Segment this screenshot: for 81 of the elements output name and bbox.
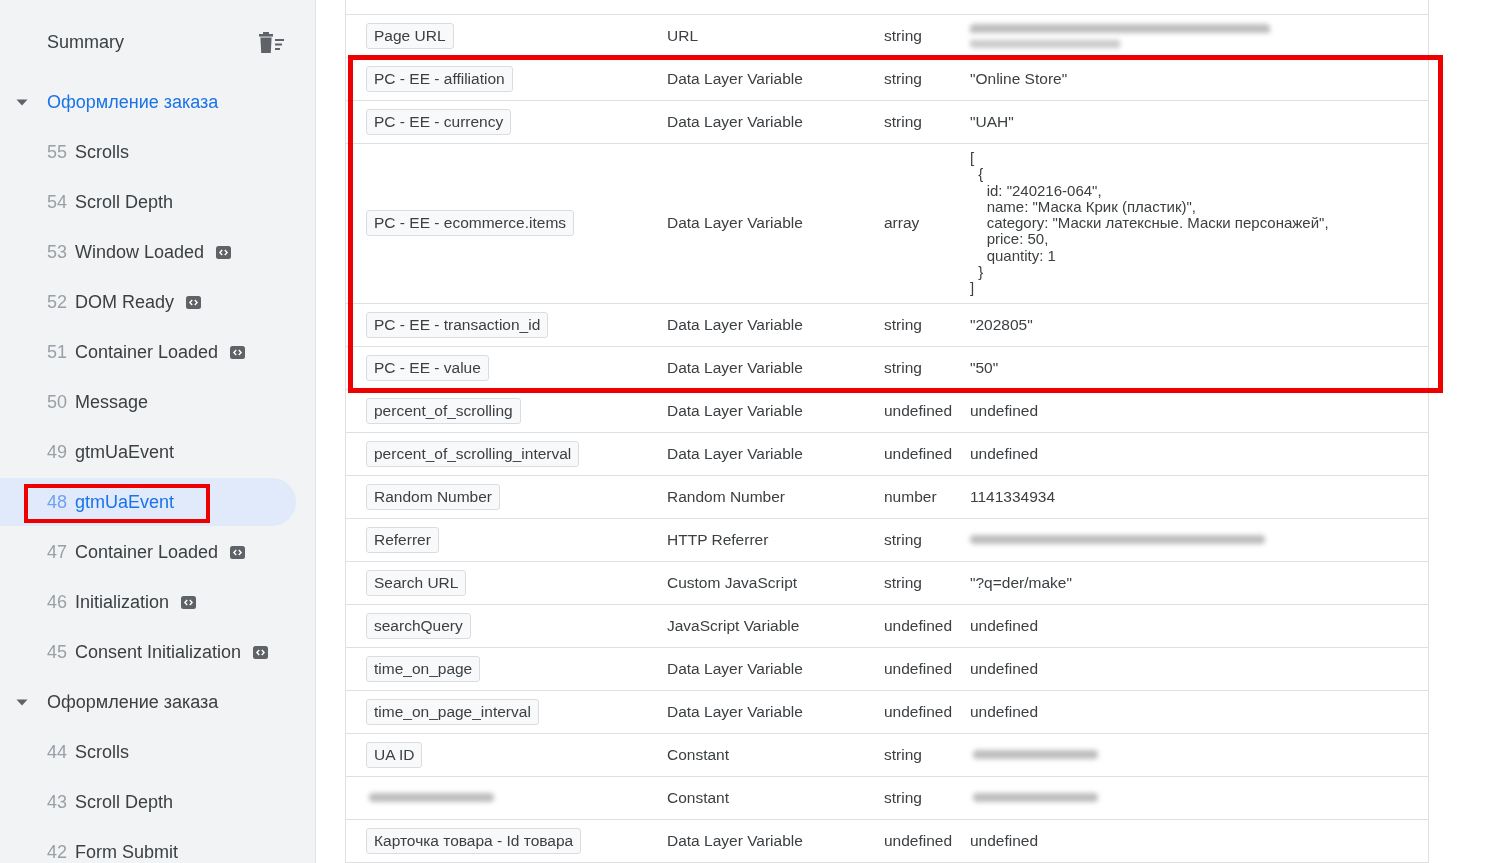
- variable-value: 1141334934: [970, 487, 1056, 506]
- event-item[interactable]: 48 gtmUaEvent: [0, 478, 296, 526]
- variable-name: PC - EE - value: [366, 354, 489, 381]
- variable-value: "Online Store": [970, 70, 1068, 88]
- variable-name: percent_of_scrolling: [366, 397, 521, 424]
- variable-type: Data Layer Variable: [667, 315, 803, 333]
- variable-type: Data Layer Variable: [667, 401, 803, 419]
- return-type: undefined: [884, 444, 953, 462]
- event-item[interactable]: 49 gtmUaEvent: [0, 428, 296, 476]
- event-item[interactable]: 55 Scrolls: [0, 128, 296, 176]
- return-type: undefined: [884, 702, 953, 720]
- event-item[interactable]: 50 Message: [0, 378, 296, 426]
- variable-value: undefined: [970, 702, 1039, 721]
- variable-value: undefined: [970, 616, 1039, 635]
- variable-value: undefined: [970, 831, 1039, 850]
- variable-name: time_on_page_interval: [366, 698, 539, 725]
- summary-item[interactable]: Summary: [47, 31, 124, 53]
- event-item[interactable]: 51 Container Loaded: [0, 328, 296, 376]
- event-item[interactable]: 44 Scrolls: [0, 728, 296, 776]
- variable-type: Data Layer Variable: [667, 702, 803, 720]
- variable-name: PC - EE - transaction_id: [366, 311, 549, 338]
- event-item[interactable]: 42 Form Submit: [0, 828, 296, 863]
- variable-type: HTTP Referrer: [667, 530, 769, 548]
- variable-type: Data Layer Variable: [667, 444, 803, 462]
- return-type: undefined: [884, 401, 953, 419]
- variable-type: Constant: [667, 745, 730, 763]
- variable-type: URL: [667, 27, 698, 44]
- event-item[interactable]: 45 Consent Initialization: [0, 628, 296, 676]
- variable-value: "UAH": [970, 113, 1014, 131]
- group-header[interactable]: Оформление заказа: [0, 78, 315, 126]
- event-item[interactable]: 47 Container Loaded: [0, 528, 296, 576]
- variable-value: "202805": [970, 315, 1033, 334]
- group-header[interactable]: Оформление заказа: [0, 678, 315, 726]
- return-type: string: [884, 788, 922, 806]
- variable-value: undefined: [970, 659, 1039, 678]
- return-type: undefined: [884, 659, 953, 677]
- variable-type: Data Layer Variable: [667, 70, 803, 87]
- return-type: number: [884, 487, 937, 505]
- variable-type: Random Number: [667, 487, 786, 505]
- variable-name: PC - EE - ecommerce.items: [366, 210, 575, 237]
- variable-name: UA ID: [366, 741, 423, 768]
- return-type: string: [884, 358, 922, 376]
- variable-type: Data Layer Variable: [667, 358, 803, 376]
- variable-name: Referrer: [366, 526, 439, 553]
- variable-name: PC - EE - currency: [366, 109, 512, 135]
- variable-name: Page URL: [366, 23, 454, 49]
- variable-type: Custom JavaScript: [667, 573, 798, 591]
- return-type: string: [884, 70, 922, 87]
- return-type: array: [884, 214, 920, 232]
- variable-name: searchQuery: [366, 612, 471, 639]
- trash-icon[interactable]: [258, 31, 284, 53]
- variable-type: Data Layer Variable: [667, 831, 803, 849]
- return-type: string: [884, 315, 922, 333]
- return-type: undefined: [884, 616, 953, 634]
- event-item[interactable]: 53 Window Loaded: [0, 228, 296, 276]
- variable-value: "50": [970, 358, 999, 377]
- variable-value: undefined: [970, 401, 1039, 420]
- return-type: string: [884, 27, 922, 44]
- variable-name: Random Number: [366, 483, 501, 510]
- variable-type: JavaScript Variable: [667, 616, 800, 634]
- event-item[interactable]: 43 Scroll Depth: [0, 778, 296, 826]
- return-type: undefined: [884, 831, 953, 849]
- variable-value: [ { id: "240216-064", name: "Маска Крик (пластик)", category: "Маски латексные. Маски персонажей", price: 50, quantity: 1 } ]: [970, 148, 1329, 299]
- variable-name: PC - EE - affiliation: [366, 66, 513, 92]
- variable-name: percent_of_scrolling_interval: [366, 440, 580, 467]
- return-type: string: [884, 745, 922, 763]
- variable-type: Data Layer Variable: [667, 214, 803, 232]
- variable-name: time_on_page: [366, 655, 481, 682]
- variable-value: "?q=der/make": [970, 573, 1072, 592]
- return-type: string: [884, 113, 922, 130]
- variable-type: Constant: [667, 788, 730, 806]
- variable-type: Data Layer Variable: [667, 659, 803, 677]
- event-item[interactable]: 46 Initialization: [0, 578, 296, 626]
- return-type: string: [884, 573, 922, 591]
- event-item[interactable]: 52 DOM Ready: [0, 278, 296, 326]
- variable-name: Карточка товара - Id товара: [366, 827, 582, 854]
- variable-value: undefined: [970, 444, 1039, 463]
- variable-type: Data Layer Variable: [667, 113, 803, 130]
- event-item[interactable]: 54 Scroll Depth: [0, 178, 296, 226]
- return-type: string: [884, 530, 922, 548]
- variable-name: Search URL: [366, 569, 467, 596]
